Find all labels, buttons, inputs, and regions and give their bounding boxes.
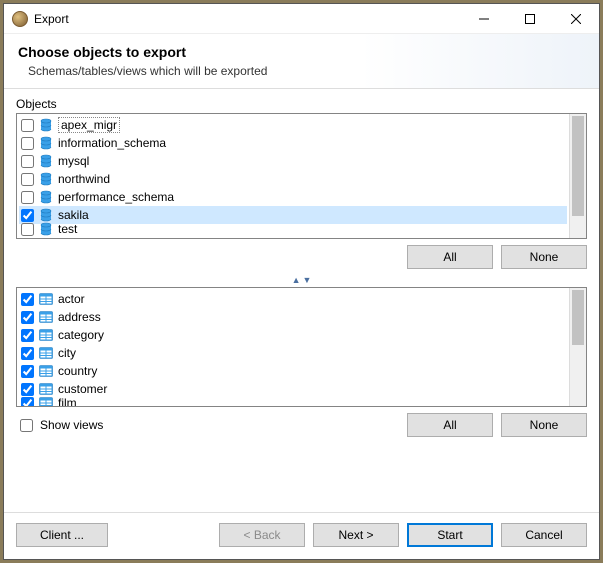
tables-all-button[interactable]: All (407, 413, 493, 437)
database-icon (38, 135, 54, 151)
chevron-up-icon: ▲ (292, 275, 301, 285)
database-icon (38, 189, 54, 205)
table-name: city (58, 346, 76, 360)
table-row[interactable]: country (19, 362, 567, 380)
schema-name: information_schema (58, 136, 166, 150)
scrollbar-thumb[interactable] (572, 290, 584, 345)
schema-name: sakila (58, 208, 89, 222)
table-row[interactable]: actor (19, 290, 567, 308)
table-row[interactable]: film (19, 398, 567, 406)
titlebar: Export (4, 4, 599, 34)
schema-row[interactable]: test (19, 224, 567, 234)
schema-name: performance_schema (58, 190, 174, 204)
split-handle[interactable]: ▲▼ (16, 273, 587, 287)
tables-none-button[interactable]: None (501, 413, 587, 437)
close-icon (571, 14, 581, 24)
table-checkbox[interactable] (21, 347, 34, 360)
schemas-none-button[interactable]: None (501, 245, 587, 269)
schema-name: northwind (58, 172, 110, 186)
table-name: country (58, 364, 97, 378)
next-button[interactable]: Next > (313, 523, 399, 547)
schema-checkbox[interactable] (21, 155, 34, 168)
schema-checkbox[interactable] (21, 137, 34, 150)
table-row[interactable]: category (19, 326, 567, 344)
schema-row[interactable]: mysql (19, 152, 567, 170)
table-checkbox[interactable] (21, 329, 34, 342)
table-row[interactable]: customer (19, 380, 567, 398)
minimize-icon (479, 14, 489, 24)
tables-button-row: Show views All None (16, 413, 587, 437)
table-checkbox[interactable] (21, 365, 34, 378)
dialog-subheading: Schemas/tables/views which will be expor… (28, 64, 585, 78)
table-checkbox[interactable] (21, 397, 34, 407)
table-checkbox[interactable] (21, 293, 34, 306)
start-button[interactable]: Start (407, 523, 493, 547)
show-views-label[interactable]: Show views (40, 418, 103, 432)
cancel-button[interactable]: Cancel (501, 523, 587, 547)
table-checkbox[interactable] (21, 311, 34, 324)
show-views-checkbox[interactable] (20, 419, 33, 432)
window-title: Export (34, 12, 69, 26)
scrollbar[interactable] (569, 288, 586, 406)
objects-label: Objects (16, 97, 587, 111)
table-icon (38, 395, 54, 406)
schema-checkbox[interactable] (21, 223, 34, 236)
tables-listbox[interactable]: actor address category city country customerf… (16, 287, 587, 407)
table-icon (38, 291, 54, 307)
database-icon (38, 171, 54, 187)
schema-row[interactable]: information_schema (19, 134, 567, 152)
schema-row[interactable]: performance_schema (19, 188, 567, 206)
schema-checkbox[interactable] (21, 209, 34, 222)
table-row[interactable]: city (19, 344, 567, 362)
client-button[interactable]: Client ... (16, 523, 108, 547)
table-name: film (58, 396, 77, 406)
database-icon (38, 117, 54, 133)
app-icon (12, 11, 28, 27)
minimize-button[interactable] (461, 4, 507, 34)
database-icon (38, 221, 54, 237)
schema-checkbox[interactable] (21, 173, 34, 186)
chevron-down-icon: ▼ (303, 275, 312, 285)
schema-row[interactable]: northwind (19, 170, 567, 188)
table-icon (38, 309, 54, 325)
close-button[interactable] (553, 4, 599, 34)
table-icon (38, 327, 54, 343)
schemas-button-row: All None (16, 245, 587, 269)
schema-name: mysql (58, 154, 89, 168)
scrollbar[interactable] (569, 114, 586, 238)
dialog-footer: Client ... < Back Next > Start Cancel (4, 512, 599, 559)
schema-name: apex_migr (58, 117, 120, 133)
schemas-all-button[interactable]: All (407, 245, 493, 269)
table-name: customer (58, 382, 107, 396)
schema-checkbox[interactable] (21, 119, 34, 132)
dialog-heading: Choose objects to export (18, 44, 585, 60)
scrollbar-thumb[interactable] (572, 116, 584, 216)
schemas-listbox[interactable]: apex_migr information_schemamysql northwin… (16, 113, 587, 239)
table-row[interactable]: address (19, 308, 567, 326)
schema-name: test (58, 222, 77, 236)
table-checkbox[interactable] (21, 383, 34, 396)
export-dialog: Export Choose objects to export Schemas/… (3, 3, 600, 560)
schema-checkbox[interactable] (21, 191, 34, 204)
table-name: actor (58, 292, 85, 306)
dialog-header: Choose objects to export Schemas/tables/… (4, 34, 599, 89)
schema-row[interactable]: sakila (19, 206, 567, 224)
table-name: category (58, 328, 104, 342)
table-name: address (58, 310, 101, 324)
back-button[interactable]: < Back (219, 523, 305, 547)
maximize-icon (525, 14, 535, 24)
schema-row[interactable]: apex_migr (19, 116, 567, 134)
table-icon (38, 363, 54, 379)
database-icon (38, 153, 54, 169)
maximize-button[interactable] (507, 4, 553, 34)
table-icon (38, 345, 54, 361)
